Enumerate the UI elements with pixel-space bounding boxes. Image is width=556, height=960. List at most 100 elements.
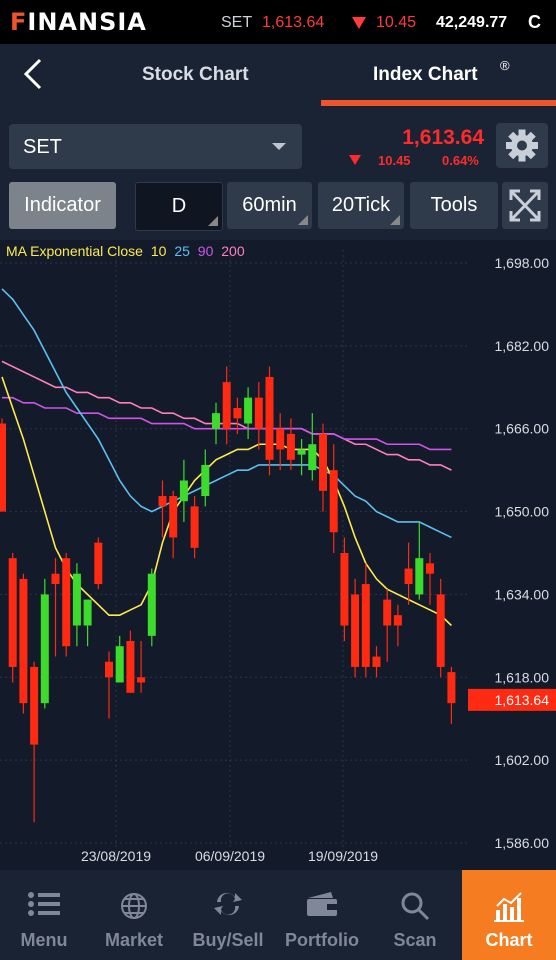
wallet-icon <box>307 892 337 916</box>
price-change: 10.45 <box>378 153 411 168</box>
nav-menu-label: Menu <box>20 930 68 950</box>
ticker-symbol: SET <box>221 14 253 31</box>
brand-bar: FINANSIA SET 1,613.64 10.45 42,249.77 C <box>0 0 556 44</box>
candle-body <box>8 558 17 667</box>
candlestick-chart[interactable]: 1,698.00 1,682.00 1,666.00 1,650.00 1,634.00… <box>0 240 556 870</box>
tab-stock-chart[interactable]: Stock Chart <box>142 64 249 86</box>
nav-market[interactable]: Market <box>88 870 180 960</box>
nav-portfolio-label: Portfolio <box>285 930 359 950</box>
swap-arrows-icon <box>214 892 242 916</box>
period-60min-label: 60min <box>242 194 297 216</box>
candle-body <box>233 408 242 419</box>
search-icon <box>401 892 430 921</box>
active-tab-indicator <box>321 100 556 106</box>
period-60min-button[interactable]: 60min <box>227 182 312 229</box>
y-tick-label: 1,698.00 <box>495 255 550 271</box>
chevron-down-icon <box>272 143 286 150</box>
header: Stock Chart Index Chart ® <box>0 44 556 108</box>
nav-portfolio[interactable]: Portfolio <box>276 870 368 960</box>
chart-canvas[interactable]: 1,698.00 1,682.00 1,666.00 1,650.00 1,634.00… <box>0 240 556 870</box>
nav-scan-label: Scan <box>393 930 437 950</box>
chevron-left-icon[interactable] <box>22 58 44 90</box>
candle-body <box>30 666 39 745</box>
gear-icon <box>506 129 538 162</box>
candle-body <box>158 496 167 507</box>
down-triangle-icon <box>349 155 361 165</box>
legend-ma-200: 200 <box>221 243 245 259</box>
legend-ma-10: 10 <box>150 243 167 259</box>
market-status: C <box>528 12 541 32</box>
candle-body <box>147 573 156 636</box>
candle-body <box>40 594 49 704</box>
y-tick-label: 1,666.00 <box>495 421 550 437</box>
indicator-button[interactable]: Indicator <box>9 182 116 229</box>
candle-body <box>393 615 402 626</box>
tab-index-chart[interactable]: Index Chart <box>373 64 478 86</box>
legend-ma-90: 90 <box>197 243 214 259</box>
x-tick-label: 23/08/2019 <box>81 848 151 864</box>
y-tick-label: 1,634.00 <box>495 586 550 602</box>
candle-body <box>72 573 81 626</box>
candle-body <box>426 563 434 574</box>
fullscreen-button[interactable] <box>502 182 548 229</box>
y-tick-label: 1,650.00 <box>495 504 550 520</box>
y-tick-label: 1,586.00 <box>495 835 550 851</box>
nav-menu[interactable]: Menu <box>0 870 88 960</box>
y-tick-label: 1,618.00 <box>495 669 550 685</box>
candle-body <box>83 599 92 626</box>
x-tick-label: 19/09/2019 <box>308 848 378 864</box>
symbol-dropdown-value: SET <box>23 136 62 158</box>
ticker-change: 10.45 <box>376 14 417 31</box>
x-tick-label: 06/09/2019 <box>195 848 265 864</box>
candle-body <box>383 599 392 626</box>
registered-mark: ® <box>500 58 510 73</box>
candle-body <box>51 573 60 585</box>
bar-chart-icon <box>494 892 524 922</box>
period-20tick-label: 20Tick <box>331 194 391 216</box>
candle-body <box>436 594 445 667</box>
candle-body <box>308 444 317 471</box>
nav-chart[interactable]: Chart <box>462 870 556 960</box>
nav-scan[interactable]: Scan <box>368 870 462 960</box>
symbol-dropdown[interactable]: SET <box>9 124 302 169</box>
candle-body <box>319 433 327 491</box>
candle-body <box>126 641 135 693</box>
period-20tick-button[interactable]: 20Tick <box>318 182 404 229</box>
candle-body <box>340 553 349 626</box>
candle-body <box>169 496 178 538</box>
candle-body <box>244 397 253 424</box>
down-triangle-icon <box>352 17 366 29</box>
candle-body <box>254 397 263 429</box>
last-price: 1,613.64 <box>402 126 484 149</box>
tools-button[interactable]: Tools <box>410 182 498 229</box>
nav-market-label: Market <box>104 930 164 950</box>
corner-triangle-icon <box>298 215 308 225</box>
candle-body <box>286 433 295 460</box>
finansia-logo: FINANSIA <box>10 8 147 36</box>
candle-body <box>447 672 456 704</box>
ma-legend: MA Exponential Close 10 25 90 200 <box>6 243 245 259</box>
candle-body <box>361 584 370 667</box>
candle-body <box>115 646 124 683</box>
ticker-value: 1,613.64 <box>262 14 325 31</box>
settings-button[interactable] <box>496 123 548 168</box>
candle-body <box>404 568 413 585</box>
y-tick-label: 1,602.00 <box>495 752 550 768</box>
nav-buy-sell[interactable]: Buy/Sell <box>180 870 276 960</box>
period-d-button[interactable]: D <box>135 182 223 231</box>
corner-triangle-icon <box>208 216 218 226</box>
candle-body <box>265 376 274 460</box>
y-tick-label: 1,682.00 <box>495 338 550 354</box>
candle-body <box>179 480 188 502</box>
candle-body <box>372 656 381 667</box>
candle-body <box>276 428 285 450</box>
candle-body <box>297 449 306 455</box>
expand-icon <box>509 189 541 222</box>
price-change-percent: 0.64% <box>442 153 479 168</box>
candle-body <box>190 506 199 548</box>
candle-body <box>212 413 220 429</box>
candle-body <box>105 661 113 678</box>
corner-triangle-icon <box>390 215 400 225</box>
candle-body <box>415 558 424 595</box>
candle-body <box>201 464 210 497</box>
